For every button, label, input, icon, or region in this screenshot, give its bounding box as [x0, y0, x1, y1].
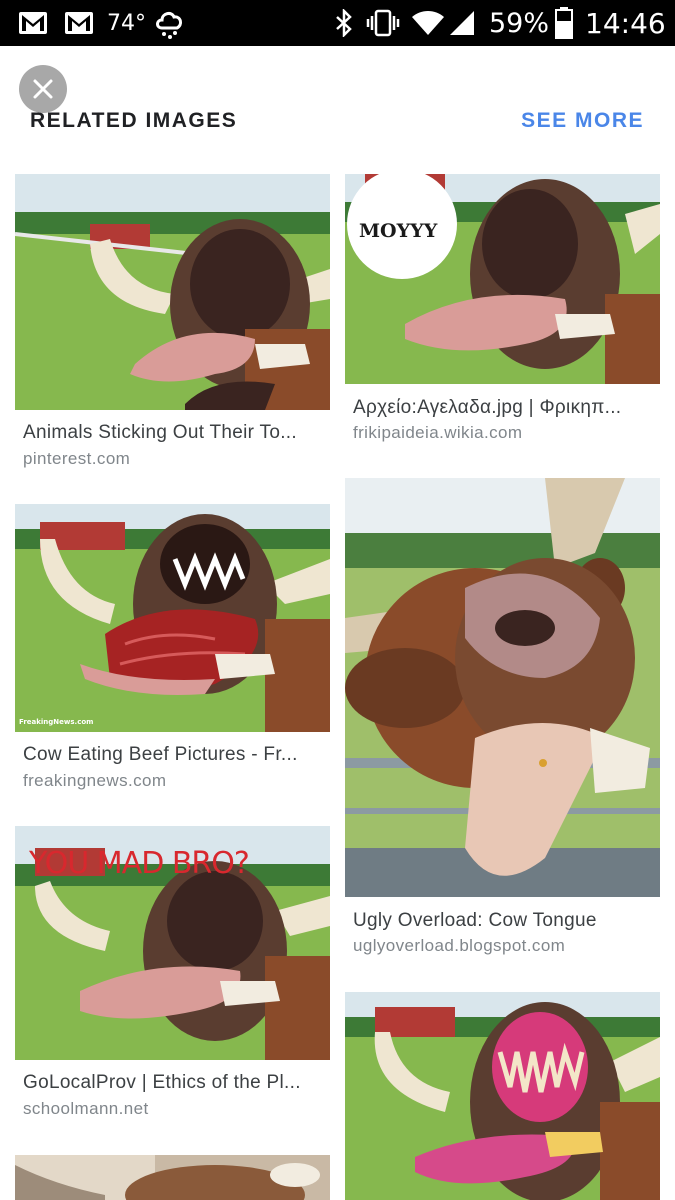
bluetooth-icon: [334, 0, 354, 46]
related-images-header: RELATED IMAGES SEE MORE: [0, 46, 675, 156]
image-overlay-text: MOYYY: [359, 220, 438, 242]
battery-icon: [555, 0, 573, 46]
result-thumbnail[interactable]: [345, 478, 660, 897]
image-result-card[interactable]: [345, 992, 660, 1200]
result-source: frikipaideia.wikia.com: [353, 423, 523, 442]
result-thumbnail[interactable]: YOU MAD BRO?: [15, 826, 330, 1060]
result-thumbnail[interactable]: [345, 992, 660, 1200]
result-caption: Αρχείο:Αγελαδα.jpg | Φρικηπ...: [353, 397, 622, 418]
image-result-card[interactable]: [15, 1155, 330, 1200]
image-result-card[interactable]: Animals Sticking Out Their To... pintere…: [15, 174, 330, 474]
result-thumbnail[interactable]: [15, 174, 330, 410]
weather-cloud-icon: [153, 0, 185, 46]
image-result-card[interactable]: MOYYY Αρχείο:Αγελαδα.jpg | Φρικηπ... fri…: [345, 174, 660, 454]
gmail-icon: [64, 0, 94, 46]
result-source: schoolmann.net: [23, 1099, 149, 1118]
result-caption: GoLocalProv | Ethics of the Pl...: [23, 1072, 301, 1093]
image-result-card[interactable]: Ugly Overload: Cow Tongue uglyoverload.b…: [345, 478, 660, 968]
image-result-card[interactable]: YOU MAD BRO? GoLocalProv | Ethics of the…: [15, 826, 330, 1126]
result-thumbnail[interactable]: MOYYY: [345, 174, 660, 384]
result-caption: Cow Eating Beef Pictures - Fr...: [23, 744, 298, 765]
see-more-link[interactable]: SEE MORE: [521, 109, 644, 133]
image-overlay-text: FreakingNews.com: [19, 718, 94, 726]
wifi-icon: [411, 0, 445, 46]
close-icon: [33, 79, 53, 99]
result-caption: Animals Sticking Out Their To...: [23, 422, 297, 443]
gmail-icon: [18, 0, 48, 46]
result-caption: Ugly Overload: Cow Tongue: [353, 910, 597, 931]
result-thumbnail[interactable]: FreakingNews.com: [15, 504, 330, 732]
section-title: RELATED IMAGES: [30, 109, 238, 132]
battery-percent: 59%: [489, 7, 550, 39]
result-thumbnail[interactable]: [15, 1155, 330, 1200]
close-button[interactable]: [19, 65, 67, 113]
result-source: pinterest.com: [23, 449, 131, 468]
result-source: uglyoverload.blogspot.com: [353, 936, 566, 955]
image-overlay-text: YOU MAD BRO?: [29, 846, 250, 881]
vibrate-icon: [366, 0, 400, 46]
result-source: freakingnews.com: [23, 771, 167, 790]
temperature: 74°: [107, 10, 146, 36]
cell-signal-icon: [448, 0, 476, 46]
status-bar: 74° 59% 14:46: [0, 0, 675, 46]
image-result-card[interactable]: FreakingNews.com Cow Eating Beef Picture…: [15, 504, 330, 804]
clock: 14:46: [585, 6, 666, 40]
